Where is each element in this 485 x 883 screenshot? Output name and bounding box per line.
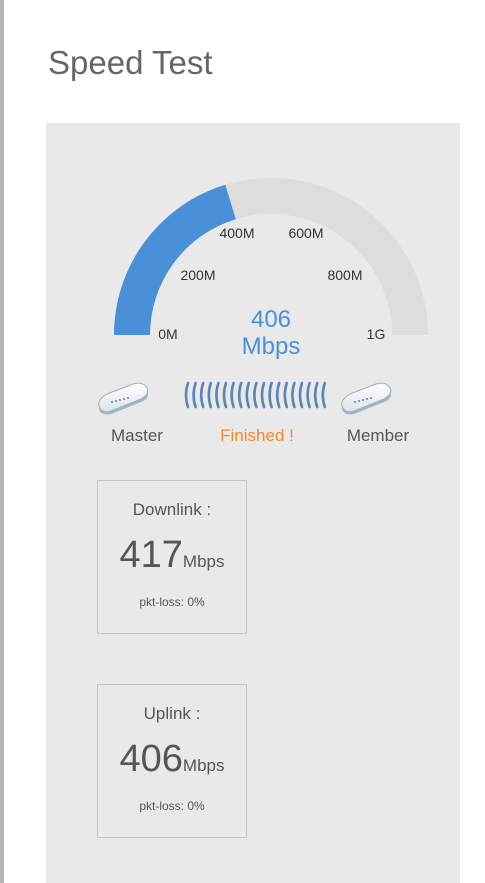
downlink-unit: Mbps (182, 552, 225, 571)
signal-wave-mark (199, 381, 205, 409)
signal-wave-mark (283, 381, 289, 409)
speed-test-panel: 0M 200M 400M 600M 800M 1G 406 Mbps Maste… (46, 123, 460, 883)
master-device-icon (98, 382, 149, 415)
gauge-tick-0: 0M (158, 326, 178, 342)
speed-readout: 406 Mbps (242, 306, 301, 360)
signal-wave-mark (313, 381, 319, 409)
signal-wave-mark (253, 381, 258, 409)
gauge-tick-400: 400M (219, 225, 255, 241)
downlink-title: Downlink : (132, 500, 212, 519)
page-title: Speed Test (48, 44, 213, 81)
signal-wave-mark (260, 381, 266, 409)
signal-wave-mark (230, 381, 235, 409)
member-label: Member (346, 426, 410, 445)
signal-wave-mark (291, 381, 296, 409)
master-label: Master (111, 426, 163, 445)
uplink-unit: Mbps (182, 756, 225, 775)
left-rail (0, 0, 4, 883)
signal-wave-mark (207, 381, 213, 409)
member-device-icon (341, 382, 392, 415)
signal-wave-mark (222, 381, 228, 409)
signal-wave-mark (298, 381, 304, 409)
speed-readout-value: 406 (250, 306, 292, 333)
signal-wave-mark (306, 381, 311, 409)
signal-wave-mark (245, 381, 251, 409)
signal-wave-mark (192, 381, 197, 409)
gauge-tick-800: 800M (327, 267, 363, 283)
downlink-value: 417 (119, 534, 183, 576)
speed-readout-unit: Mbps (241, 333, 301, 360)
downlink-card: Downlink : 417Mbps pkt-loss: 0% (97, 480, 247, 634)
signal-wave-mark (321, 381, 327, 409)
signal-waves-icon (184, 381, 327, 409)
gauge-tick-1g: 1G (366, 326, 386, 342)
signal-wave-mark (237, 381, 243, 409)
downlink-speed: 417Mbps (98, 534, 246, 577)
uplink-card: Uplink : 406Mbps pkt-loss: 0% (97, 684, 247, 838)
uplink-pkt-loss: pkt-loss: 0% (139, 799, 205, 813)
uplink-title: Uplink : (143, 704, 201, 723)
test-status: Finished ! (220, 426, 294, 445)
signal-wave-mark (275, 381, 281, 409)
signal-wave-mark (184, 381, 190, 409)
downlink-pkt-loss: pkt-loss: 0% (139, 595, 205, 609)
gauge-tick-600: 600M (288, 225, 324, 241)
uplink-speed: 406Mbps (98, 738, 246, 781)
uplink-value: 406 (119, 738, 183, 780)
signal-wave-mark (268, 381, 273, 409)
gauge-tick-200: 200M (180, 267, 216, 283)
signal-wave-mark (215, 381, 220, 409)
